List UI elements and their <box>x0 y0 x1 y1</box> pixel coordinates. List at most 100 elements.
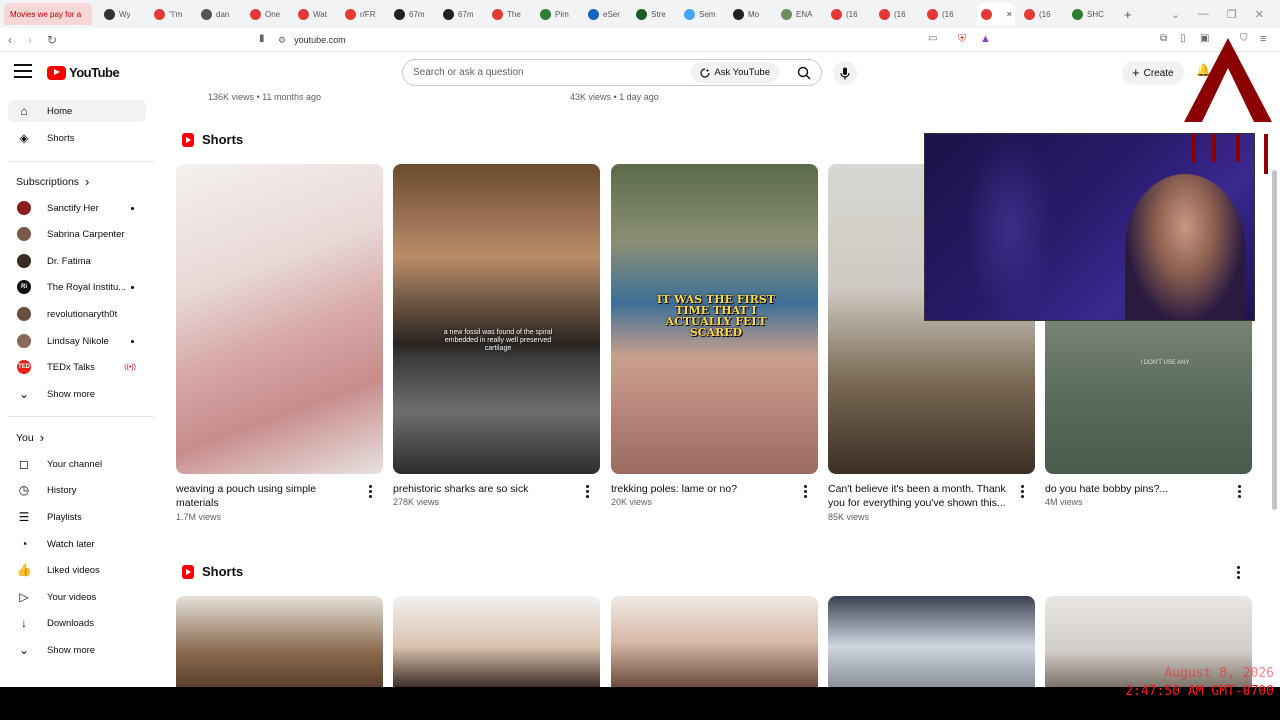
short-card[interactable] <box>611 596 818 688</box>
hamburger-menu-icon[interactable] <box>14 64 32 78</box>
browser-tab[interactable]: (16 <box>879 3 906 25</box>
browser-tab[interactable]: ENA <box>781 3 812 25</box>
create-button[interactable]: + Create <box>1122 61 1184 85</box>
short-card[interactable]: IT WAS THE FIRST TIME THAT I ACTUALLY FE… <box>611 164 818 529</box>
sidebar-item-home[interactable]: ⌂ Home <box>8 100 146 122</box>
plus-icon: + <box>1132 65 1140 80</box>
sidebar-item-liked-videos[interactable]: 👍 Liked videos <box>8 559 146 581</box>
sidebar-item-your-channel[interactable]: ◻ Your channel <box>8 453 146 475</box>
back-icon[interactable]: ‹ <box>8 33 12 47</box>
subscription-item[interactable]: Sanctify Her <box>8 197 146 219</box>
browser-tab[interactable]: dan <box>201 3 229 25</box>
search-button[interactable] <box>787 66 821 80</box>
video-meta: 136K views • 11 months ago <box>208 92 322 102</box>
more-options-icon[interactable] <box>369 485 373 498</box>
close-window-icon[interactable]: ✕ <box>1255 8 1264 21</box>
brave-shield-icon[interactable]: ⛨ <box>958 33 966 46</box>
sidebar-item-your-videos[interactable]: ▷ Your videos <box>8 586 146 608</box>
browser-tab[interactable]: 67m <box>394 3 425 25</box>
subscription-item[interactable]: Lindsay Nikole <box>8 330 146 352</box>
short-title[interactable]: do you hate bobby pins?... <box>1045 482 1223 496</box>
sidebar-item-shorts[interactable]: ◈ Shorts <box>8 127 146 149</box>
sidebar-item-downloads[interactable]: ↓ Downloads <box>8 612 146 634</box>
address-bar: ‹ › ↻ ▮ ⚙ youtube.com ▭ ⛨ ▲ ⧉ ▯ ▣ ⛉ ≡ <box>0 28 1280 52</box>
close-tab-icon[interactable]: ✕ <box>1006 10 1013 19</box>
subscription-item[interactable]: Dr. Fatima <box>8 250 146 272</box>
short-thumbnail[interactable]: a new fossil was found of the spiral emb… <box>393 164 600 474</box>
sidebar-item-watch-later[interactable]: ◔ Watch later <box>8 533 146 555</box>
bookmark-icon[interactable]: ▮ <box>259 33 265 44</box>
sidebar-item-playlists[interactable]: ☰ Playlists <box>8 506 146 528</box>
reload-icon[interactable]: ↻ <box>47 33 57 47</box>
more-options-icon[interactable] <box>1021 485 1025 498</box>
subscription-item[interactable]: Ri The Royal Institu... <box>8 276 146 298</box>
sidebar-item-label: Liked videos <box>47 564 100 576</box>
short-title[interactable]: weaving a pouch using simple materials <box>176 482 354 510</box>
site-info-icon[interactable]: ⚙ <box>278 35 286 46</box>
subscription-item[interactable]: Sabrina Carpenter <box>8 223 146 245</box>
short-title[interactable]: prehistoric sharks are so sick <box>393 482 571 496</box>
you-heading[interactable]: You › <box>16 430 44 445</box>
short-card[interactable]: weaving a pouch using simple materials 1.… <box>176 164 383 529</box>
show-more-subscriptions[interactable]: ⌄ Show more <box>8 383 146 405</box>
subscriptions-heading[interactable]: Subscriptions › <box>16 174 89 189</box>
browser-tab[interactable]: Mo <box>733 3 759 25</box>
short-title[interactable]: trekking poles: lame or no? <box>611 482 789 496</box>
short-thumbnail[interactable] <box>176 164 383 474</box>
extensions-icon[interactable]: ⧉ <box>1160 33 1167 44</box>
browser-tab[interactable]: Pim <box>540 3 569 25</box>
browser-tab[interactable]: Movies we pay for a <box>4 3 92 25</box>
short-card[interactable] <box>393 596 600 688</box>
thumbnail-caption: IT WAS THE FIRST TIME THAT I ACTUALLY FE… <box>656 293 776 339</box>
more-options-icon[interactable] <box>586 485 590 498</box>
browser-tab[interactable]: Wy <box>104 3 130 25</box>
sidebar-item-history[interactable]: ◷ History <box>8 479 146 501</box>
short-title[interactable]: Can't believe it's been a month. Thank y… <box>828 482 1006 510</box>
short-card[interactable] <box>176 596 383 688</box>
short-card[interactable]: a new fossil was found of the spiral emb… <box>393 164 600 529</box>
maximize-icon[interactable]: ❐ <box>1227 8 1237 21</box>
more-options-icon[interactable] <box>804 485 808 498</box>
tab-title: Movies we pay for a <box>10 9 82 19</box>
browser-tab[interactable]: ✕ <box>977 3 1015 25</box>
ask-youtube-button[interactable]: Ask YouTube <box>691 62 779 83</box>
sidebar-item-label: Shorts <box>47 132 75 144</box>
search-input[interactable] <box>403 67 692 78</box>
show-more-you[interactable]: ⌄ Show more <box>8 639 146 661</box>
cast-icon[interactable]: ▭ <box>928 33 937 44</box>
rewards-icon[interactable]: ▲ <box>980 33 991 45</box>
browser-tab[interactable]: r/FR <box>345 3 376 25</box>
short-thumbnail[interactable]: IT WAS THE FIRST TIME THAT I ACTUALLY FE… <box>611 164 818 474</box>
browser-tab[interactable]: eSer <box>588 3 620 25</box>
forward-icon[interactable]: › <box>28 33 32 47</box>
voice-search-button[interactable] <box>833 61 857 85</box>
browser-tab[interactable]: "I'm <box>154 3 182 25</box>
short-thumbnail[interactable] <box>611 596 818 688</box>
short-thumbnail[interactable] <box>828 596 1035 688</box>
browser-tab[interactable]: The <box>492 3 521 25</box>
more-options-icon[interactable] <box>1238 485 1242 498</box>
browser-tab[interactable]: (16 <box>927 3 954 25</box>
browser-tab[interactable]: 67m <box>443 3 474 25</box>
scrollbar-thumb[interactable] <box>1272 170 1277 510</box>
youtube-logo[interactable]: YouTube <box>47 65 120 80</box>
minimize-icon[interactable]: — <box>1198 8 1209 20</box>
browser-tab[interactable]: (16 <box>831 3 858 25</box>
browser-tab[interactable]: Stre <box>636 3 666 25</box>
subscription-item[interactable]: revolutionaryth0t <box>8 303 146 325</box>
browser-tab[interactable]: (16 <box>1024 3 1051 25</box>
microphone-icon <box>840 67 850 79</box>
subscription-item[interactable]: TED TEDx Talks ((•)) <box>8 356 146 378</box>
tab-search-icon[interactable]: ⌄ <box>1171 8 1180 21</box>
url-field[interactable]: ⚙ youtube.com <box>278 31 998 49</box>
short-thumbnail[interactable] <box>393 596 600 688</box>
browser-tab[interactable]: Sem <box>684 3 715 25</box>
short-thumbnail[interactable] <box>176 596 383 688</box>
browser-tab[interactable]: Wat <box>298 3 327 25</box>
shelf-menu-icon[interactable] <box>1237 566 1241 579</box>
browser-tab[interactable]: SHC <box>1072 3 1104 25</box>
browser-tab[interactable]: One <box>250 3 280 25</box>
short-card[interactable] <box>828 596 1035 688</box>
new-tab-icon[interactable]: + <box>1124 3 1132 25</box>
scrollbar[interactable] <box>1270 92 1278 687</box>
